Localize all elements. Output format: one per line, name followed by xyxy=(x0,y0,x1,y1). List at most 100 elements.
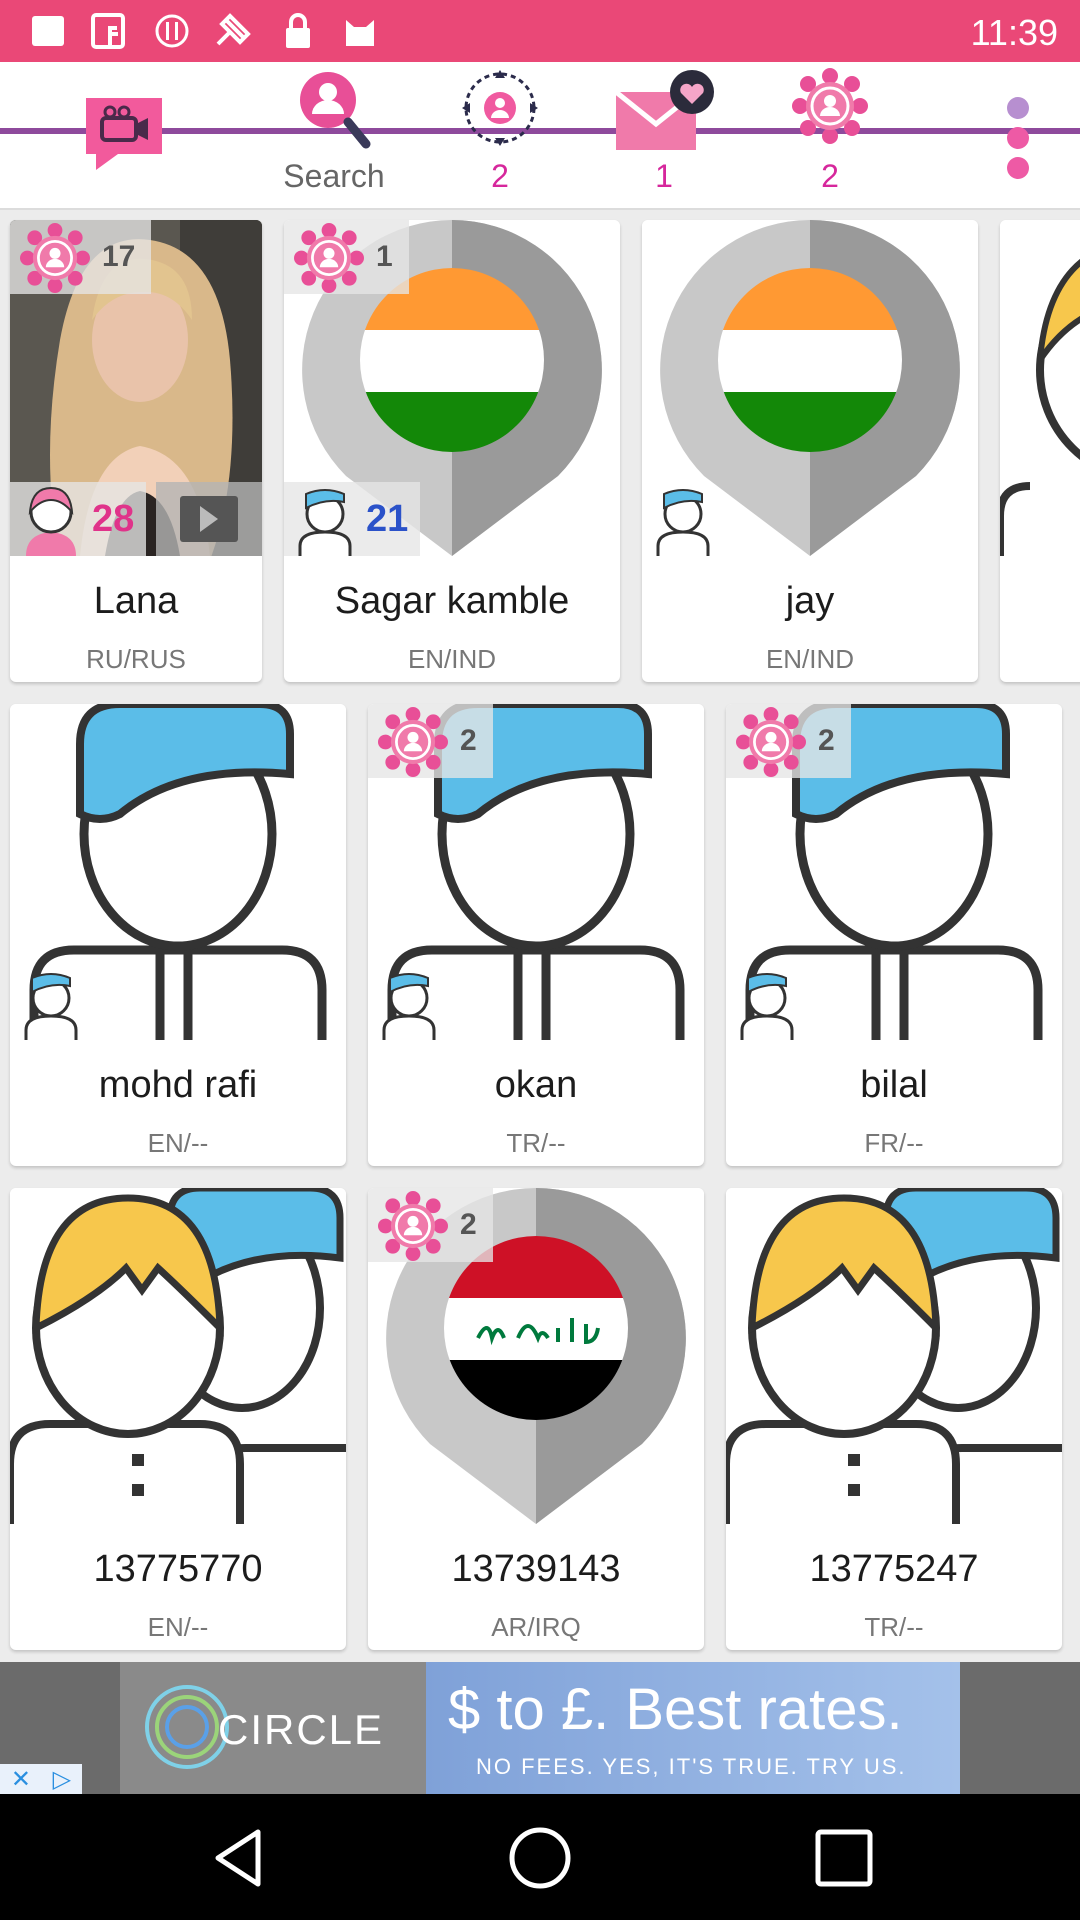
tab-search-label: Search xyxy=(283,158,385,194)
gender-badge xyxy=(642,482,724,556)
profile-language: EN/-- xyxy=(147,1612,209,1642)
profile-language: EN/IND xyxy=(407,644,497,674)
male-icon xyxy=(740,973,794,1040)
ad-headline: $ to £. Best rates. xyxy=(448,1677,903,1742)
network-icon xyxy=(20,223,90,293)
ad-brand: CIRCLE xyxy=(218,1706,385,1753)
profile-name: okan xyxy=(494,1064,578,1106)
network-icon xyxy=(792,68,868,144)
tab-nearby-count: 2 xyxy=(491,158,509,194)
profile-language: AR/IRQ xyxy=(491,1612,581,1642)
age-badge: 28 xyxy=(10,482,147,556)
profile-name: Sagar kamble xyxy=(334,580,570,622)
gender-badge xyxy=(368,966,450,1040)
male-icon xyxy=(382,973,436,1040)
avatar-female-icon xyxy=(1000,259,1080,556)
age-badge: 21 xyxy=(284,482,421,556)
gender-badge xyxy=(10,966,92,1040)
system-nav-bar xyxy=(0,1794,1080,1920)
profile-card[interactable]: 2 okan TR/-- xyxy=(368,704,704,1166)
ad-choices-badge[interactable]: ✕ ▷ xyxy=(0,1764,82,1794)
recents-icon[interactable] xyxy=(804,1818,884,1898)
status-bar: 11:39 xyxy=(0,0,1080,62)
profile-name: Lana xyxy=(93,580,179,622)
profile-card[interactable]: 1 21 Sagar kamble EN/IND xyxy=(284,220,620,682)
back-icon[interactable] xyxy=(200,1818,280,1898)
profile-picture xyxy=(726,1188,1062,1524)
network-icon xyxy=(378,707,448,777)
adchoices-icon[interactable]: ▷ xyxy=(53,1765,71,1794)
tab-messages[interactable]: 1 xyxy=(594,62,734,210)
avatar-couple-icon xyxy=(726,1188,1062,1524)
connections-count: 2 xyxy=(818,724,835,757)
gender-badge xyxy=(726,966,808,1040)
connections-count: 2 xyxy=(460,1208,477,1241)
profile-language: EN/-- xyxy=(147,1128,209,1158)
profile-card[interactable]: 17 28 Lana RU/RUS xyxy=(10,220,262,682)
network-icon xyxy=(378,1191,448,1261)
video-chat-icon xyxy=(86,98,162,170)
home-icon[interactable] xyxy=(500,1818,580,1898)
profile-card[interactable]: jay EN/IND xyxy=(642,220,978,682)
cat-icon xyxy=(346,20,374,46)
profile-name: jay xyxy=(785,580,835,622)
profile-card[interactable]: 13775770 EN/-- xyxy=(10,1188,346,1650)
profile-language: FR/-- xyxy=(864,1128,924,1158)
age-label: 21 xyxy=(366,497,409,540)
network-icon xyxy=(736,707,806,777)
tab-network[interactable]: 2 xyxy=(760,62,900,210)
profile-language: TR/-- xyxy=(864,1612,924,1642)
clock: 11:39 xyxy=(970,12,1058,53)
profile-name: 13775247 xyxy=(809,1548,979,1590)
top-toolbar: Search 2 1 2 xyxy=(0,62,1080,210)
connections-badge: 17 xyxy=(10,220,152,294)
profile-card-partial[interactable] xyxy=(1000,220,1080,682)
picture-icon xyxy=(32,16,64,46)
nearby-users-icon xyxy=(462,70,538,146)
profile-card[interactable]: 2 bilal FR/-- xyxy=(726,704,1062,1166)
profile-name: 13739143 xyxy=(451,1548,621,1590)
profile-picture xyxy=(10,1188,346,1524)
search-user-icon xyxy=(300,72,371,149)
tab-network-count: 2 xyxy=(821,158,839,194)
connections-count: 17 xyxy=(102,240,136,273)
connections-badge: 2 xyxy=(726,704,851,778)
alert-icon xyxy=(155,14,189,48)
lock-icon xyxy=(286,13,310,48)
profile-language: EN/IND xyxy=(765,644,855,674)
male-icon xyxy=(656,489,710,556)
connections-badge: 1 xyxy=(284,220,409,294)
satellite-icon xyxy=(216,13,251,46)
app-screen: 11:39 Search 2 1 2 17 28 Lana RU/RUS 1 2… xyxy=(0,0,1080,1920)
profile-name: mohd rafi xyxy=(98,1064,258,1106)
female-icon xyxy=(26,486,76,556)
profile-grid: 17 28 Lana RU/RUS 1 21 Sagar kamble EN/I… xyxy=(0,210,1080,1662)
video-icon xyxy=(180,496,238,542)
tab-search[interactable]: Search xyxy=(264,62,404,210)
profile-card[interactable]: 2 13739143 AR/IRQ xyxy=(368,1188,704,1650)
male-icon xyxy=(298,489,352,556)
profile-language: TR/-- xyxy=(506,1128,566,1158)
ad-banner[interactable]: CIRCLE $ to £. Best rates. NO FEES. YES,… xyxy=(0,1662,1080,1794)
more-vertical-icon xyxy=(1007,97,1029,179)
tab-video-chat[interactable] xyxy=(82,62,172,210)
connections-badge: 2 xyxy=(368,1188,493,1262)
more-options-button[interactable] xyxy=(990,62,1050,210)
age-label: 28 xyxy=(92,497,135,540)
profile-language: RU/RUS xyxy=(86,644,186,674)
close-icon[interactable]: ✕ xyxy=(11,1765,31,1794)
video-button[interactable] xyxy=(156,482,262,556)
messages-icon xyxy=(614,70,714,150)
connections-count: 1 xyxy=(376,240,393,273)
profile-card[interactable]: 13775247 TR/-- xyxy=(726,1188,1062,1650)
profile-name: bilal xyxy=(860,1064,928,1106)
tab-messages-count: 1 xyxy=(655,158,673,194)
profile-picture xyxy=(1000,220,1080,556)
tab-nearby[interactable]: 2 xyxy=(430,62,570,210)
profile-name: 13775770 xyxy=(93,1548,263,1590)
facebook-icon xyxy=(91,13,125,49)
profile-card[interactable]: mohd rafi EN/-- xyxy=(10,704,346,1166)
connections-badge: 2 xyxy=(368,704,493,778)
network-icon xyxy=(294,223,364,293)
ad-subline: NO FEES. YES, IT'S TRUE. TRY US. xyxy=(476,1754,907,1779)
